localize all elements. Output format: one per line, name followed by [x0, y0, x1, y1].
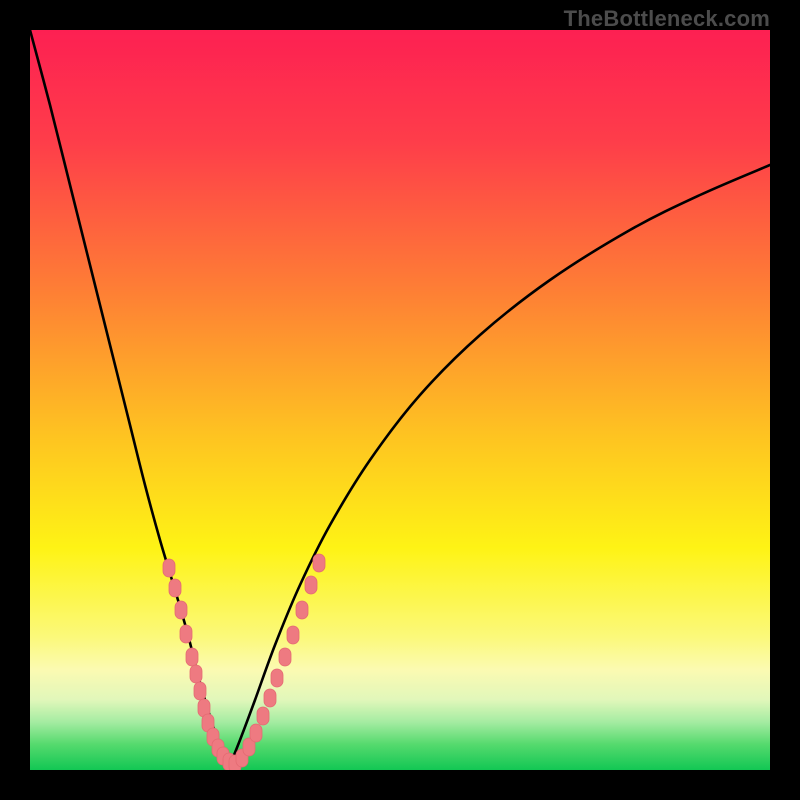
watermark-text: TheBottleneck.com — [564, 6, 770, 32]
data-marker — [257, 707, 269, 725]
data-marker — [296, 601, 308, 619]
data-marker — [279, 648, 291, 666]
data-marker — [194, 682, 206, 700]
right-branch-curve — [230, 165, 770, 765]
data-marker — [313, 554, 325, 572]
data-marker — [175, 601, 187, 619]
data-marker — [180, 625, 192, 643]
data-marker — [287, 626, 299, 644]
data-marker — [169, 579, 181, 597]
data-marker — [264, 689, 276, 707]
data-marker — [250, 724, 262, 742]
data-marker — [163, 559, 175, 577]
chart-svg — [30, 30, 770, 770]
data-marker — [305, 576, 317, 594]
data-marker — [271, 669, 283, 687]
left-branch-curve — [30, 30, 230, 765]
outer-frame: TheBottleneck.com — [0, 0, 800, 800]
plot-area — [30, 30, 770, 770]
data-marker — [190, 665, 202, 683]
data-marker — [186, 648, 198, 666]
